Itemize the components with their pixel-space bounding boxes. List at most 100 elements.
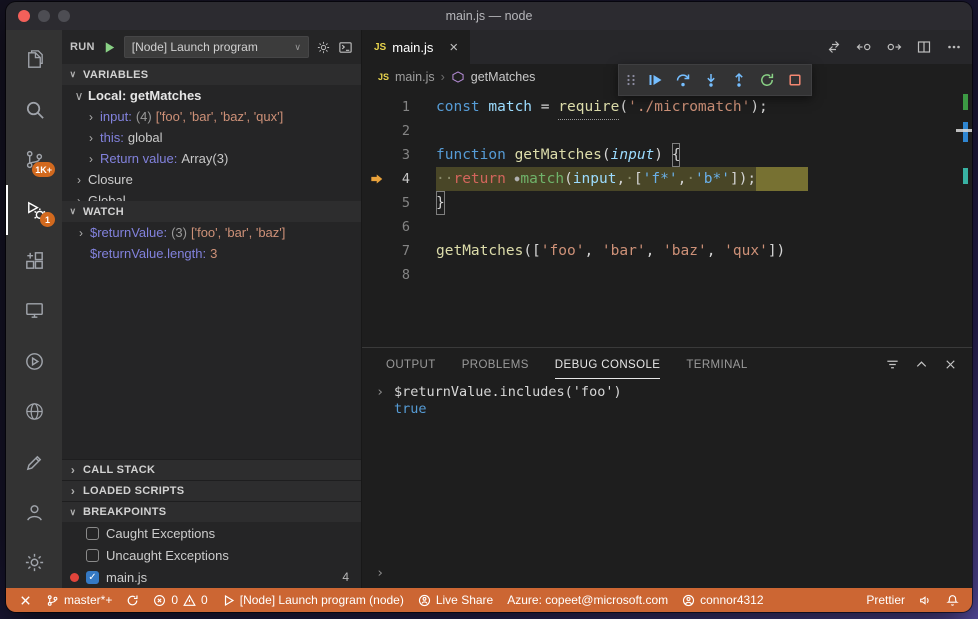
code-editor[interactable]: 1 const match = require('./micromatch'); 2… (362, 90, 972, 347)
code-line[interactable]: 3 function getMatches(input) { (362, 143, 972, 167)
activity-remote-explorer-icon[interactable] (6, 286, 62, 336)
github-account-item[interactable]: connor4312 (675, 588, 770, 612)
breakpoint-checkbox[interactable]: ✓ (86, 570, 99, 584)
line-number[interactable]: 3 (362, 143, 436, 167)
watch-section-header[interactable]: ∨ WATCH (62, 201, 361, 222)
scope-row-local[interactable]: ∨ Local: getMatches (62, 85, 361, 106)
launch-config-dropdown[interactable]: [Node] Launch program ∨ (123, 36, 309, 58)
open-changes-icon[interactable] (826, 39, 842, 55)
activity-extensions-icon[interactable] (6, 235, 62, 285)
line-number[interactable]: 4 (362, 167, 436, 191)
git-sync-button[interactable] (119, 588, 146, 612)
next-change-icon[interactable] (886, 39, 902, 55)
line-number[interactable]: 6 (362, 215, 436, 239)
variable-row[interactable]: › this: global (62, 127, 361, 148)
continue-icon[interactable] (641, 67, 668, 93)
drag-handle-icon[interactable] (622, 67, 640, 93)
activity-account-icon[interactable] (6, 487, 62, 537)
loaded-scripts-section-header[interactable]: › LOADED SCRIPTS (62, 480, 361, 501)
traffic-lights[interactable] (18, 10, 70, 22)
close-tab-icon[interactable]: × (449, 39, 458, 56)
code-line[interactable]: 1 const match = require('./micromatch'); (362, 95, 972, 120)
breadcrumb-symbol[interactable]: getMatches (471, 70, 536, 84)
variables-section-header[interactable]: ∨ VARIABLES (62, 64, 361, 85)
breadcrumb-file[interactable]: main.js (395, 70, 435, 84)
filter-icon[interactable] (885, 357, 900, 372)
code-line[interactable]: 4 ·· return ● match(input, ·['f*', ·'b*']); (362, 167, 972, 191)
scope-row-closure[interactable]: › Closure (62, 169, 361, 190)
activity-globe-icon[interactable] (6, 387, 62, 437)
formatter-item[interactable]: Prettier (859, 588, 912, 612)
panel-tab-debug-console[interactable]: DEBUG CONSOLE (554, 350, 661, 379)
minimize-window-button[interactable] (38, 10, 50, 22)
scrollbar-slider[interactable] (956, 129, 972, 132)
call-stack-section-header[interactable]: › CALL STACK (62, 459, 361, 480)
step-out-icon[interactable] (725, 67, 752, 93)
feedback-item[interactable] (912, 588, 939, 612)
code-line[interactable]: 5} (362, 191, 972, 215)
remote-indicator[interactable] (12, 588, 39, 612)
close-window-button[interactable] (18, 10, 30, 22)
close-panel-icon[interactable] (943, 357, 958, 372)
variable-row[interactable]: › input: (4) ['foo', 'bar', 'baz', 'qux'] (62, 106, 361, 127)
previous-change-icon[interactable] (856, 39, 872, 55)
panel-tab-problems[interactable]: PROBLEMS (462, 350, 529, 379)
activity-settings-gear-icon[interactable] (6, 538, 62, 588)
configure-gear-icon[interactable] (316, 40, 331, 55)
scope-row-global[interactable]: › Global (62, 190, 361, 201)
panel-tab-output[interactable]: OUTPUT (386, 350, 436, 379)
watch-expression-row[interactable]: › $returnValue: (3) ['foo', 'bar', 'baz'] (62, 222, 361, 243)
line-number[interactable]: 8 (362, 263, 436, 287)
start-debugging-button[interactable] (102, 40, 117, 55)
debug-console-view[interactable]: › $returnValue.includes('foo') true › (362, 380, 972, 588)
line-number[interactable]: 5 (362, 191, 436, 215)
feedback-icon (919, 594, 932, 607)
window-title: main.js — node (445, 9, 533, 23)
git-branch-item[interactable]: master*+ (39, 588, 119, 612)
breakpoint-row[interactable]: ✓ main.js 4 (62, 566, 361, 588)
breakpoint-row[interactable]: Uncaught Exceptions (62, 544, 361, 566)
activity-search-icon[interactable] (6, 84, 62, 134)
line-number[interactable]: 1 (362, 95, 436, 119)
split-editor-icon[interactable] (916, 39, 932, 55)
breakpoints-section-header[interactable]: ∨ BREAKPOINTS (62, 501, 361, 522)
code-line[interactable]: 6 (362, 215, 972, 239)
code-line[interactable]: 7 getMatches(['foo', 'bar', 'baz', 'qux']… (362, 239, 972, 263)
live-share-item[interactable]: Live Share (411, 588, 500, 612)
activity-source-control-icon[interactable]: 1K+ (6, 135, 62, 185)
code-line[interactable]: 2 (362, 119, 972, 143)
debug-target-item[interactable]: [Node] Launch program (node) (215, 588, 411, 612)
chevron-down-icon: ∨ (294, 41, 301, 52)
variable-row[interactable]: › Return value: Array(3) (62, 148, 361, 169)
activity-run-circle-icon[interactable] (6, 336, 62, 386)
azure-account-item[interactable]: Azure: copeet@microsoft.com (500, 588, 675, 612)
overview-ruler-mark (963, 168, 968, 184)
activity-explorer-icon[interactable] (6, 34, 62, 84)
activity-edit-session-icon[interactable] (6, 437, 62, 487)
notifications-item[interactable] (939, 588, 966, 612)
step-into-icon[interactable] (697, 67, 724, 93)
line-number[interactable]: 2 (362, 119, 436, 143)
collapse-icon[interactable] (914, 357, 929, 372)
activity-debug-icon[interactable]: 1 (6, 185, 62, 236)
code-lines: 1 const match = require('./micromatch'); 2… (362, 95, 972, 287)
stop-icon[interactable] (781, 67, 808, 93)
breakpoint-checkbox[interactable] (86, 526, 99, 540)
code-line[interactable]: 8 (362, 263, 972, 287)
restart-icon[interactable] (753, 67, 780, 93)
panel-tab-terminal[interactable]: TERMINAL (686, 350, 747, 379)
line-number[interactable]: 7 (362, 239, 436, 263)
titlebar[interactable]: main.js — node (6, 2, 972, 30)
problems-summary[interactable]: 0 0 (146, 588, 214, 612)
breakpoint-row[interactable]: Caught Exceptions (62, 522, 361, 544)
tab-main-js[interactable]: JS main.js × (362, 30, 471, 64)
debug-console-icon[interactable] (338, 40, 353, 55)
variable-name: Return value: (100, 151, 178, 166)
breakpoint-checkbox[interactable] (86, 548, 99, 562)
panel-actions (885, 357, 958, 372)
console-input-prompt-icon[interactable]: › (376, 565, 384, 582)
more-actions-icon[interactable] (946, 39, 962, 55)
watch-expression-row[interactable]: ›$returnValue.length:3 (62, 243, 361, 264)
step-over-icon[interactable] (669, 67, 696, 93)
zoom-window-button[interactable] (58, 10, 70, 22)
